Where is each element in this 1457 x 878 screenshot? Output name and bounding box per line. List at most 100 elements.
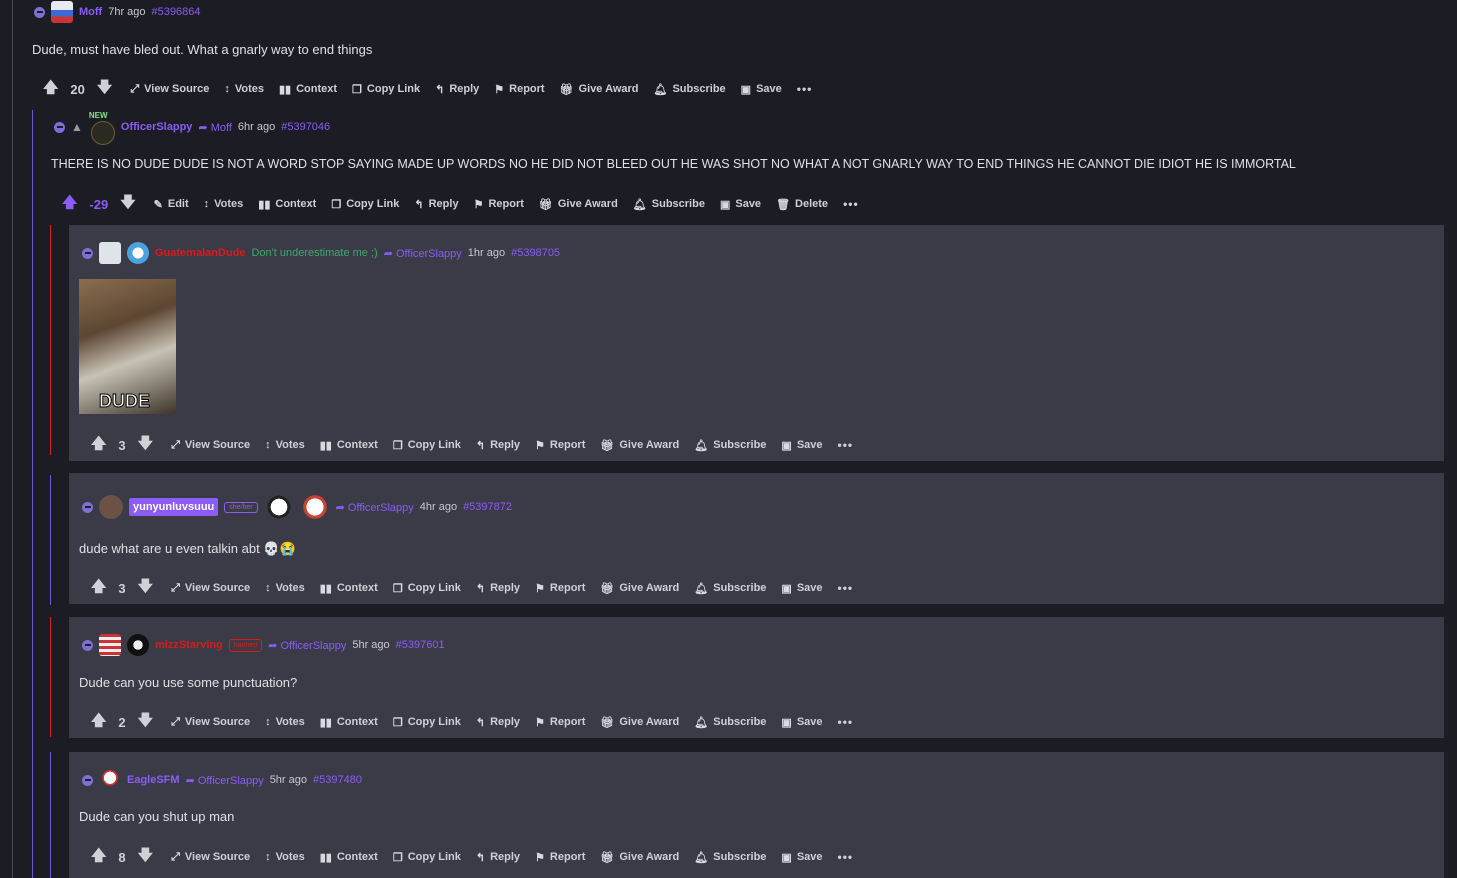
upvote-icon[interactable]: 🡅	[91, 845, 106, 870]
view-source-button[interactable]: ⤢ View Source	[130, 83, 209, 96]
save-button[interactable]: ▣ Save	[781, 439, 822, 452]
context-button[interactable]: ▮▮ Context	[320, 439, 378, 452]
report-button[interactable]: ⚑ Report	[535, 439, 585, 452]
give-award-button[interactable]: 🎁︎ Give Award	[600, 851, 679, 864]
subscribe-button[interactable]: 🔔︎ Subscribe	[694, 716, 766, 729]
downvote-icon[interactable]: 🡇	[138, 433, 153, 458]
give-award-button[interactable]: 🎁︎ Give Award	[600, 439, 679, 452]
save-button[interactable]: ▣ Save	[720, 198, 761, 211]
context-button[interactable]: ▮▮ Context	[258, 198, 316, 211]
downvote-icon[interactable]: 🡇	[97, 77, 112, 102]
thread-line[interactable]	[50, 475, 51, 605]
subscribe-button[interactable]: 🔔︎ Subscribe	[694, 439, 766, 452]
more-options-button[interactable]: •••	[843, 197, 859, 211]
avatar[interactable]	[99, 769, 121, 791]
avatar[interactable]: NEW	[89, 111, 115, 145]
save-button[interactable]: ▣ Save	[781, 716, 822, 729]
reply-button[interactable]: ↰ Reply	[476, 582, 520, 595]
context-button[interactable]: ▮▮ Context	[320, 582, 378, 595]
give-award-button[interactable]: 🎁︎ Give Award	[600, 716, 679, 729]
view-source-button[interactable]: ⤢ View Source	[171, 716, 250, 729]
avatar[interactable]	[127, 634, 149, 656]
context-button[interactable]: ▮▮ Context	[320, 716, 378, 729]
copy-link-button[interactable]: ❐ Copy Link	[393, 716, 461, 729]
more-options-button[interactable]: •••	[797, 82, 813, 96]
save-button[interactable]: ▣ Save	[741, 83, 782, 96]
view-source-button[interactable]: ⤢ View Source	[171, 582, 250, 595]
votes-button[interactable]: ↕ Votes	[265, 851, 305, 863]
reply-to-link[interactable]: ➦ OfficerSlappy	[336, 501, 414, 514]
upvote-icon[interactable]: 🡅	[43, 77, 58, 102]
save-button[interactable]: ▣ Save	[781, 582, 822, 595]
avatar[interactable]	[99, 495, 123, 519]
collapse-icon[interactable]	[82, 501, 93, 513]
upvote-icon[interactable]: 🡅	[91, 576, 106, 601]
report-button[interactable]: ⚑ Report	[535, 716, 585, 729]
context-button[interactable]: ▮▮ Context	[320, 851, 378, 864]
reply-to-link[interactable]: ➦ Moff	[198, 121, 231, 134]
downvote-icon[interactable]: 🡇	[120, 192, 135, 217]
copy-link-button[interactable]: ❐ Copy Link	[393, 439, 461, 452]
avatar[interactable]	[127, 242, 149, 264]
upvote-icon[interactable]: 🡅	[91, 710, 106, 735]
username[interactable]: yunyunluvsuuu	[129, 498, 219, 516]
comment-id[interactable]: #5397872	[463, 501, 512, 513]
comment-id[interactable]: #5397480	[313, 774, 362, 786]
more-options-button[interactable]: •••	[838, 581, 854, 595]
copy-link-button[interactable]: ❐ Copy Link	[352, 83, 420, 96]
comment-image[interactable]: DUDE	[79, 279, 176, 414]
collapse-icon[interactable]	[82, 247, 93, 259]
comment-id[interactable]: #5397601	[396, 639, 445, 651]
report-button[interactable]: ⚑ Report	[535, 851, 585, 864]
thread-line[interactable]	[50, 617, 51, 737]
thread-line[interactable]	[32, 110, 33, 878]
upvote-icon[interactable]: 🡅	[62, 192, 77, 217]
edit-button[interactable]: ✎ Edit	[154, 198, 189, 211]
reply-button[interactable]: ↰ Reply	[476, 716, 520, 729]
collapse-icon[interactable]	[34, 6, 45, 18]
upvote-icon[interactable]: 🡅	[91, 433, 106, 458]
comment-id[interactable]: #5397046	[281, 121, 330, 133]
report-button[interactable]: ⚑ Report	[535, 582, 585, 595]
give-award-button[interactable]: 🎁︎ Give Award	[539, 198, 618, 211]
more-options-button[interactable]: •••	[838, 715, 854, 729]
username[interactable]: EagleSFM	[127, 774, 180, 786]
username[interactable]: Moff	[79, 6, 102, 18]
username[interactable]: OfficerSlappy	[121, 121, 193, 133]
more-options-button[interactable]: •••	[838, 438, 854, 452]
thread-line[interactable]	[12, 0, 13, 878]
subscribe-button[interactable]: 🔔︎ Subscribe	[654, 83, 726, 96]
report-button[interactable]: ⚑ Report	[494, 83, 544, 96]
avatar[interactable]	[51, 1, 73, 23]
votes-button[interactable]: ↕ Votes	[265, 439, 305, 451]
username[interactable]: mizzStarving	[155, 639, 223, 651]
votes-button[interactable]: ↕ Votes	[224, 83, 264, 95]
more-options-button[interactable]: •••	[838, 850, 854, 864]
copy-link-button[interactable]: ❐ Copy Link	[393, 851, 461, 864]
downvote-icon[interactable]: 🡇	[138, 576, 153, 601]
delete-button[interactable]: 🗑︎ Delete	[776, 198, 828, 211]
copy-link-button[interactable]: ❐ Copy Link	[393, 582, 461, 595]
comment-id[interactable]: #5398705	[511, 247, 560, 259]
reply-to-link[interactable]: ➦ OfficerSlappy	[384, 247, 462, 260]
votes-button[interactable]: ↕ Votes	[265, 716, 305, 728]
comment-id[interactable]: #5396864	[152, 6, 201, 18]
subscribe-button[interactable]: 🔔︎ Subscribe	[694, 851, 766, 864]
view-source-button[interactable]: ⤢ View Source	[171, 439, 250, 452]
context-button[interactable]: ▮▮ Context	[279, 83, 337, 96]
reply-to-link[interactable]: ➦ OfficerSlappy	[186, 774, 264, 787]
thread-line[interactable]	[50, 225, 51, 455]
reply-button[interactable]: ↰ Reply	[476, 439, 520, 452]
thread-line[interactable]	[50, 752, 51, 878]
collapse-icon[interactable]	[82, 639, 93, 651]
reply-to-link[interactable]: ➦ OfficerSlappy	[268, 639, 346, 652]
votes-button[interactable]: ↕ Votes	[204, 198, 244, 210]
votes-button[interactable]: ↕ Votes	[265, 582, 305, 594]
subscribe-button[interactable]: 🔔︎ Subscribe	[694, 582, 766, 595]
give-award-button[interactable]: 🎁︎ Give Award	[600, 582, 679, 595]
username[interactable]: GuatemalanDude	[155, 247, 245, 259]
copy-link-button[interactable]: ❐ Copy Link	[331, 198, 399, 211]
downvote-icon[interactable]: 🡇	[138, 710, 153, 735]
give-award-button[interactable]: 🎁︎ Give Award	[560, 83, 639, 96]
save-button[interactable]: ▣ Save	[781, 851, 822, 864]
